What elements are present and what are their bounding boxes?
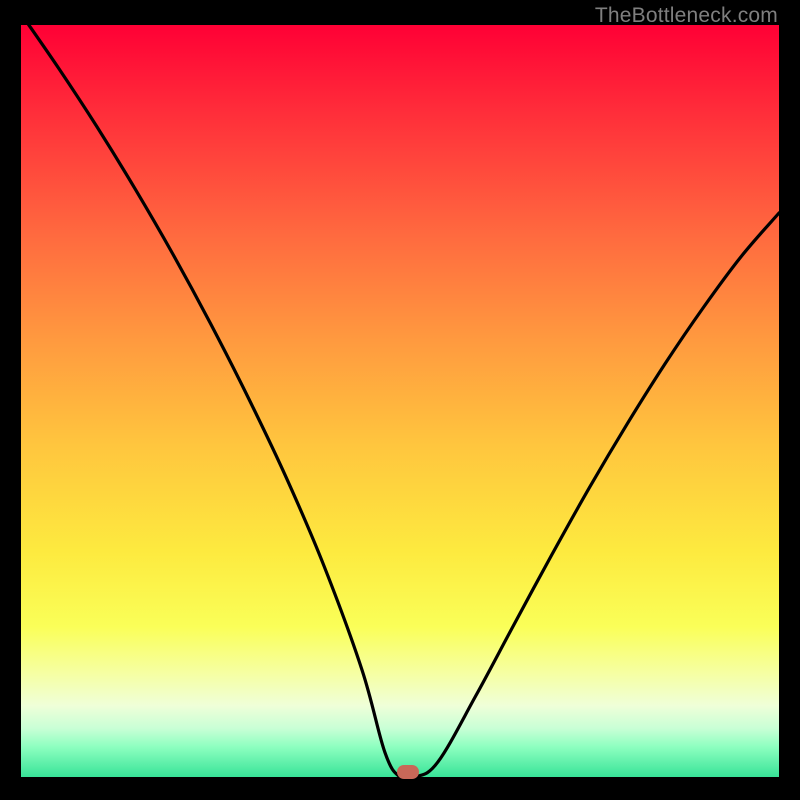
chart-frame bbox=[21, 25, 779, 777]
chart-curve-svg bbox=[21, 25, 779, 777]
chart-marker bbox=[397, 765, 419, 779]
bottleneck-curve bbox=[21, 25, 779, 777]
